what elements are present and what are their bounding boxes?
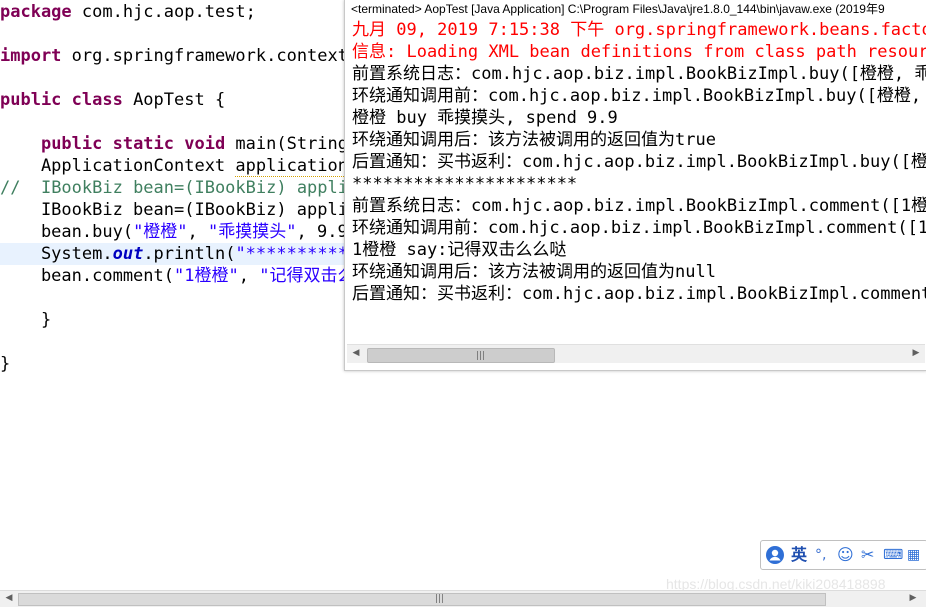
code-text: , <box>238 266 260 286</box>
console-view[interactable]: <terminated> AopTest [Java Application] … <box>344 0 926 371</box>
grip-icon: ||| <box>476 351 486 361</box>
scissors-icon[interactable]: ✂ <box>861 545 874 565</box>
console-line: 九月 09, 2019 7:15:38 下午 org.springframewo… <box>352 20 926 40</box>
console-line: 环绕通知调用前：com.hjc.aop.biz.impl.BookBizImpl… <box>352 218 926 238</box>
console-line: 环绕通知调用后：该方法被调用的返回值为true <box>352 130 716 150</box>
warning-variable[interactable]: application <box>235 156 348 177</box>
comment-marker: // <box>0 178 21 198</box>
console-line: 环绕通知调用前：com.hjc.aop.biz.impl.BookBizImpl… <box>352 86 926 106</box>
code-text: ApplicationContext <box>0 156 236 176</box>
emoji-icon[interactable]: ☺ <box>837 545 854 565</box>
code-text: main(String <box>225 134 349 154</box>
keyword: public static void <box>40 134 226 154</box>
ime-language-label[interactable]: 英 <box>791 545 807 565</box>
console-header: <terminated> AopTest [Java Application] … <box>351 2 885 16</box>
keyword: import <box>0 46 62 66</box>
code-text: } <box>0 354 11 374</box>
code-text: AopTest { <box>122 90 226 110</box>
console-line: 1橙橙 say:记得双击么么哒 <box>352 240 567 260</box>
comment-text: IBookBiz bean=(IBookBiz) appli <box>20 178 348 198</box>
console-line: 前置系统日志：com.hjc.aop.biz.impl.BookBizImpl.… <box>352 64 926 84</box>
punctuation-icon[interactable]: °, <box>815 545 826 565</box>
console-line: 橙橙 buy 乖摸摸头, spend 9.9 <box>352 108 618 128</box>
string-literal: "********** <box>235 244 349 264</box>
console-line: 后置通知：买书返利：com.hjc.aop.biz.impl.BookBizIm… <box>352 152 926 172</box>
code-text: bean.buy( <box>0 222 134 242</box>
console-line: ********************** <box>352 174 578 194</box>
scroll-left-arrow-icon[interactable]: ◀ <box>2 591 16 606</box>
string-literal: "1橙橙" <box>174 266 239 286</box>
code-text: com.hjc.aop.test; <box>71 2 256 22</box>
code-text: } <box>0 310 52 330</box>
scroll-right-arrow-icon[interactable]: ▶ <box>906 591 920 606</box>
console-line: 环绕通知调用后：该方法被调用的返回值为null <box>352 262 716 282</box>
code-text: .println( <box>143 244 236 264</box>
console-line: 后置通知：买书返利：com.hjc.aop.biz.impl.BookBizIm… <box>352 284 926 304</box>
keyword: public class <box>0 90 123 110</box>
string-literal: "橙橙" <box>133 222 188 242</box>
code-text: , <box>187 222 209 242</box>
code-text: bean.comment( <box>0 266 174 286</box>
code-text: org.springframework.context <box>61 46 348 66</box>
ime-toolbar[interactable]: 英 °, ☺ ✂ ⌨ ▦ <box>760 540 926 570</box>
console-line: 前置系统日志：com.hjc.aop.biz.impl.BookBizImpl.… <box>352 196 926 216</box>
code-text: IBookBiz bean=(IBookBiz) appli <box>0 200 348 220</box>
keyboard-icon[interactable]: ⌨ <box>883 545 903 565</box>
string-literal: "乖摸摸头" <box>208 222 297 242</box>
keyword: package <box>0 2 72 22</box>
scroll-right-arrow-icon[interactable]: ▶ <box>909 346 923 361</box>
grip-icon: ||| <box>435 594 445 604</box>
console-scroll-thumb[interactable]: ||| <box>367 348 555 363</box>
console-horizontal-scrollbar[interactable]: ◀ ||| ▶ <box>347 344 925 363</box>
scroll-left-arrow-icon[interactable]: ◀ <box>349 346 363 361</box>
code-text: System. <box>0 244 113 264</box>
editor-scroll-thumb[interactable]: ||| <box>18 593 826 606</box>
static-field: out <box>112 244 144 264</box>
grid-icon[interactable]: ▦ <box>907 545 920 565</box>
console-line: 信息: Loading XML bean definitions from cl… <box>352 42 926 62</box>
editor-horizontal-scrollbar[interactable]: ◀ ||| ▶ <box>0 590 926 607</box>
user-icon[interactable] <box>765 545 785 570</box>
